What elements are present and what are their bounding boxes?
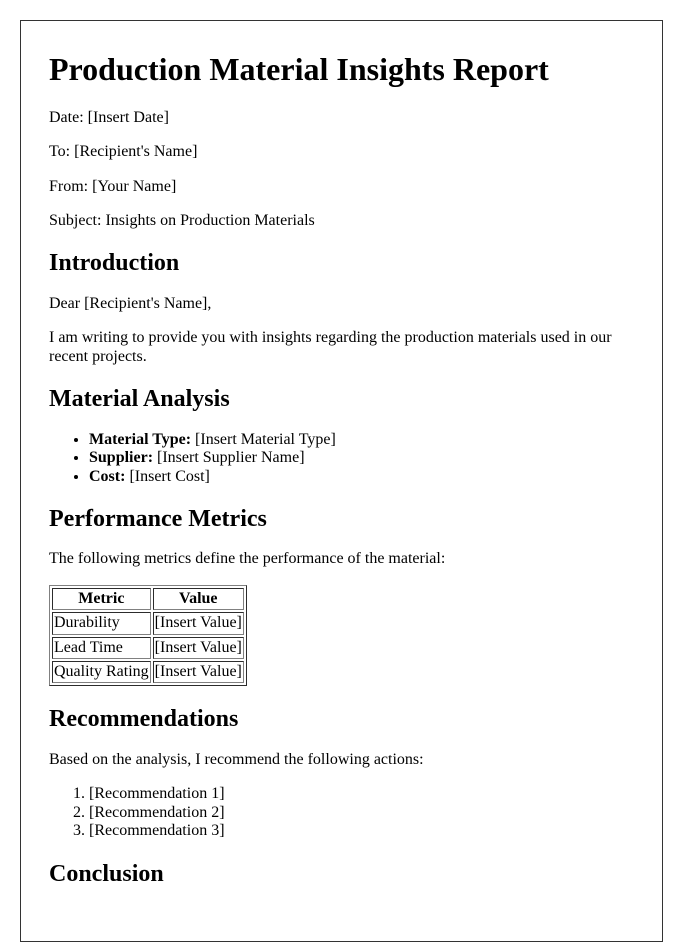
list-item: Supplier: [Insert Supplier Name] (89, 449, 638, 467)
metrics-table: Metric Value Durability [Insert Value] L… (49, 584, 247, 687)
supplier-label: Supplier: (89, 449, 154, 467)
to-line: To: [Recipient's Name] (49, 143, 638, 161)
salutation: Dear [Recipient's Name], (49, 294, 212, 312)
table-row: Durability [Insert Value] (52, 612, 244, 635)
metric-cell: Lead Time (52, 636, 151, 660)
date-label: Date: (49, 108, 84, 126)
introduction-heading: Introduction (49, 250, 180, 277)
recommendations-list: [Recommendation 1] [Recommendation 2] [R… (49, 785, 638, 840)
column-header-value: Value (152, 587, 244, 611)
value-cell: [Insert Value] (152, 661, 244, 684)
performance-metrics-intro: The following metrics define the perform… (49, 550, 446, 568)
date-line: Date: [Insert Date] (49, 109, 638, 127)
from-label: From: (49, 177, 89, 195)
column-header-metric: Metric (52, 587, 151, 611)
report-title: Production Material Insights Report (49, 51, 549, 87)
cost-label: Cost: (89, 467, 126, 485)
conclusion-heading: Conclusion (49, 860, 164, 887)
subject-value: Insights on Production Materials (105, 211, 315, 229)
list-item: Material Type: [Insert Material Type] (89, 431, 638, 449)
from-line: From: [Your Name] (49, 178, 638, 196)
material-analysis-heading: Material Analysis (49, 386, 230, 413)
value-cell: [Insert Value] (152, 636, 244, 660)
table-row: Lead Time [Insert Value] (52, 636, 244, 660)
subject-label: Subject: (49, 211, 102, 229)
material-analysis-list: Material Type: [Insert Material Type] Su… (49, 431, 638, 486)
subject-line: Subject: Insights on Production Material… (49, 212, 638, 230)
list-item: [Recommendation 3] (89, 822, 638, 840)
cost-value: [Insert Cost] (129, 467, 210, 485)
table-row: Quality Rating [Insert Value] (52, 661, 244, 684)
material-type-label: Material Type: (89, 430, 192, 448)
metric-cell: Durability (52, 612, 151, 635)
table-header-row: Metric Value (52, 587, 244, 611)
metric-cell: Quality Rating (52, 661, 151, 684)
date-value: [Insert Date] (87, 108, 169, 126)
performance-metrics-heading: Performance Metrics (49, 505, 267, 532)
recommendations-heading: Recommendations (49, 706, 239, 733)
value-cell: [Insert Value] (152, 612, 244, 635)
list-item: [Recommendation 1] (89, 785, 638, 803)
from-value: [Your Name] (92, 177, 177, 195)
letter-page: Production Material Insights Report Date… (20, 20, 663, 942)
material-type-value: [Insert Material Type] (195, 430, 336, 448)
list-item: [Recommendation 2] (89, 804, 638, 822)
supplier-value: [Insert Supplier Name] (157, 449, 305, 467)
to-label: To: (49, 143, 71, 161)
recommendations-intro: Based on the analysis, I recommend the f… (49, 751, 424, 769)
to-value: [Recipient's Name] (74, 143, 198, 161)
introduction-body: I am writing to provide you with insight… (49, 329, 612, 365)
list-item: Cost: [Insert Cost] (89, 468, 638, 486)
